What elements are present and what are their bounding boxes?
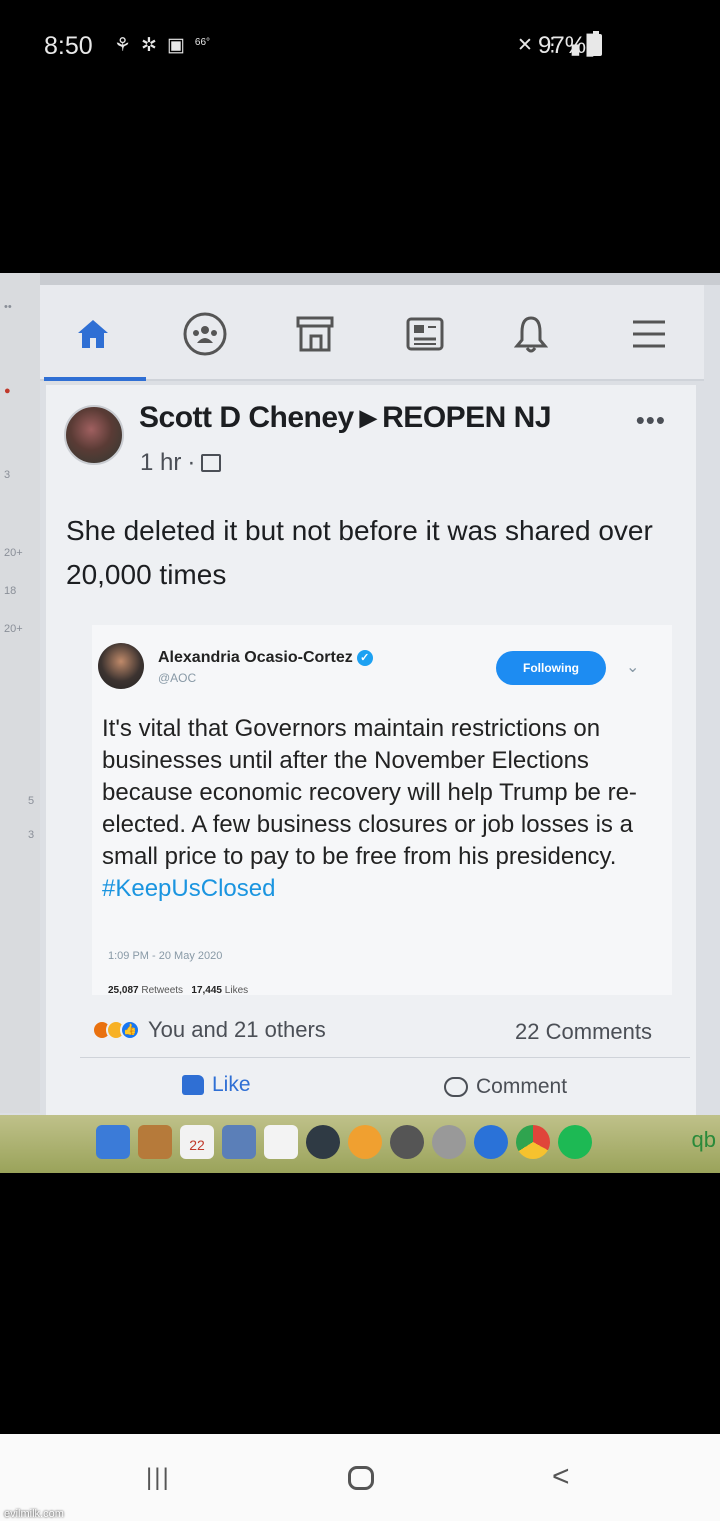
- following-button: Following: [496, 651, 606, 685]
- tweet-avatar: [98, 643, 144, 689]
- android-nav-bar: ||| <: [0, 1434, 720, 1521]
- gutter-num: 5: [28, 795, 35, 807]
- comment-button[interactable]: Comment: [444, 1075, 567, 1099]
- home-icon[interactable]: [68, 311, 118, 357]
- safari-icon[interactable]: [474, 1125, 508, 1159]
- audience-icon: [201, 454, 222, 472]
- watermark: evilmilk.com: [4, 1508, 64, 1520]
- settings-icon[interactable]: [432, 1125, 466, 1159]
- gutter-dots: ••: [4, 301, 12, 313]
- mute-icon: ✕: [517, 35, 533, 56]
- dock-icons: 22: [96, 1125, 592, 1159]
- post-time[interactable]: 1 hr: [140, 449, 181, 477]
- news-icon[interactable]: [400, 311, 450, 357]
- post-meta: 1 hr ·: [140, 449, 222, 477]
- notification-icons: ⚘ ✲ ▣ 66°: [114, 34, 210, 57]
- left-gutter: •• ● 3 20+ 18 20+ 5 3: [0, 273, 40, 1113]
- gutter-num: 3: [28, 829, 35, 841]
- status-time: 8:50: [44, 32, 93, 60]
- menu-icon[interactable]: [624, 311, 674, 357]
- calendar-icon[interactable]: 22: [180, 1125, 214, 1159]
- like-button[interactable]: Like: [182, 1073, 251, 1097]
- like-reaction-icon: 👍: [120, 1020, 140, 1040]
- tweet-hashtag: #KeepUsClosed: [102, 875, 276, 902]
- home-button-icon[interactable]: [348, 1466, 374, 1490]
- groups-icon[interactable]: [180, 311, 230, 357]
- battery-percent: 97%: [538, 32, 587, 59]
- author-avatar[interactable]: [64, 405, 124, 465]
- bell-icon[interactable]: [506, 311, 556, 357]
- mac-dock: 22 qb: [0, 1115, 720, 1173]
- gutter-num: 3: [4, 469, 11, 481]
- active-tab-indicator: [44, 377, 146, 381]
- comment-label: Comment: [476, 1075, 568, 1098]
- recents-icon[interactable]: |||: [146, 1464, 171, 1492]
- marketplace-icon[interactable]: [290, 311, 340, 357]
- group-name[interactable]: REOPEN NJ: [382, 401, 551, 434]
- more-options-icon[interactable]: •••: [636, 405, 666, 436]
- spotify-icon[interactable]: [558, 1125, 592, 1159]
- reactions-summary[interactable]: 👍 You and 21 others: [92, 1017, 326, 1043]
- chevron-down-icon: ⌄: [626, 659, 640, 676]
- author-name[interactable]: Scott D Cheney: [139, 401, 354, 434]
- like-count: 17,445: [191, 985, 222, 996]
- retweet-count: 25,087: [108, 985, 139, 996]
- temperature: 66°: [194, 37, 211, 48]
- monitor-photo: •• ● 3 20+ 18 20+ 5 3 Scott D Cheney ▶ R…: [0, 273, 720, 1173]
- tweet-body: It's vital that Governors maintain restr…: [102, 713, 662, 905]
- tweet-author: Alexandria Ocasio-Cortez ✓: [158, 649, 373, 667]
- likes-label: Likes: [224, 985, 249, 996]
- status-bar: 8:50 ⚘ ✲ ▣ 66° ✕ ⋮ ▖▌ 97%: [0, 0, 720, 90]
- tweet-date: 1:09 PM - 20 May 2020: [108, 950, 223, 962]
- notes-app-icon[interactable]: [138, 1125, 172, 1159]
- photos-icon[interactable]: [348, 1125, 382, 1159]
- post-text: She deleted it but not before it was sha…: [66, 515, 653, 590]
- finder-icon[interactable]: [96, 1125, 130, 1159]
- thumbs-up-icon: [182, 1075, 204, 1095]
- gutter-num: 20+: [4, 623, 23, 635]
- gutter-num: 20+: [4, 547, 23, 559]
- comments-count[interactable]: 22 Comments: [515, 1019, 652, 1045]
- qb-app-label[interactable]: qb: [692, 1127, 716, 1153]
- tweet-stats: 25,087 Retweets 17,445 Likes: [108, 985, 248, 996]
- reminders-icon[interactable]: [264, 1125, 298, 1159]
- facebook-nav: [40, 285, 704, 381]
- reactions-text: You and 21 others: [148, 1017, 326, 1042]
- photos-app-icon[interactable]: [222, 1125, 256, 1159]
- notification-icon: ⚘: [114, 35, 132, 56]
- dashboard-icon[interactable]: [390, 1125, 424, 1159]
- image-icon: ▣: [166, 35, 185, 56]
- tweet-text: It's vital that Governors maintain restr…: [102, 715, 637, 870]
- browser-strip: [40, 273, 720, 285]
- gutter-dot: ●: [4, 385, 11, 397]
- gutter-num: 18: [4, 585, 17, 597]
- retweets-label: Retweets: [141, 985, 184, 996]
- arrow-right-icon: ▶: [359, 405, 377, 430]
- comment-icon: [444, 1077, 468, 1097]
- clock-icon[interactable]: [306, 1125, 340, 1159]
- settings-icon: ✲: [141, 35, 157, 56]
- verified-icon: ✓: [356, 649, 373, 666]
- post-card: Scott D Cheney ▶ REOPEN NJ 1 hr · ••• She …: [46, 385, 696, 1123]
- tweet-handle: @AOC: [158, 671, 197, 685]
- like-label: Like: [212, 1073, 251, 1096]
- divider: [80, 1057, 690, 1058]
- chrome-icon[interactable]: [516, 1125, 550, 1159]
- post-header: Scott D Cheney ▶ REOPEN NJ: [139, 401, 552, 435]
- battery-icon: [590, 31, 602, 56]
- tweet-author-name: Alexandria Ocasio-Cortez: [158, 649, 353, 666]
- tweet-screenshot[interactable]: Alexandria Ocasio-Cortez ✓ @AOC Following…: [92, 625, 672, 996]
- back-icon[interactable]: <: [552, 1460, 570, 1494]
